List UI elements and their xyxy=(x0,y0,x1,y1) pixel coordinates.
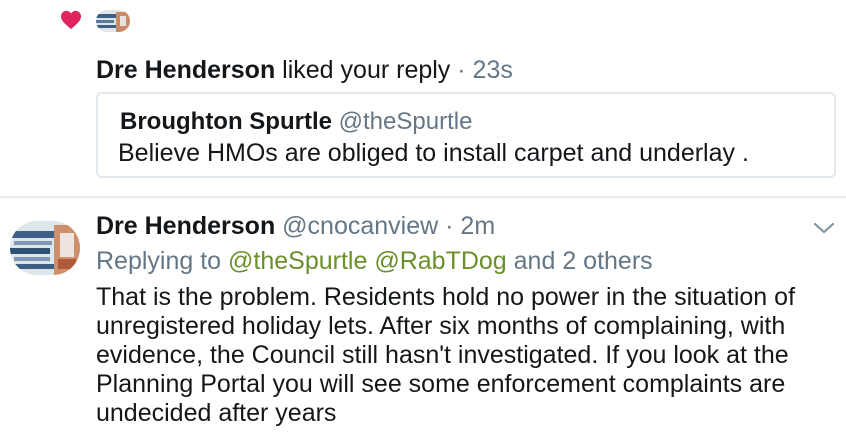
quoted-tweet-text: Believe HMOs are obliged to install carp… xyxy=(118,139,749,167)
replying-to: Replying to @theSpurtle @RabTDog and 2 o… xyxy=(96,247,653,276)
tweet-time[interactable]: 2m xyxy=(460,212,495,240)
replying-prefix: Replying to xyxy=(96,247,222,275)
tweet-body: That is the problem. Residents hold no p… xyxy=(96,283,796,427)
heart-icon xyxy=(61,10,81,30)
notification-action: liked your reply xyxy=(282,56,451,84)
tweet-header: Dre Henderson @cnocanview · 2m xyxy=(96,212,495,241)
divider xyxy=(0,196,846,198)
replying-others[interactable]: and 2 others xyxy=(514,247,653,275)
quoted-tweet-card[interactable]: Broughton Spurtle @theSpurtle Believe HM… xyxy=(96,92,836,178)
quoted-tweet-header: Broughton Spurtle @theSpurtle xyxy=(120,108,472,136)
liker-name[interactable]: Dre Henderson xyxy=(96,56,275,84)
tweet-author-handle[interactable]: @cnocanview xyxy=(282,212,438,240)
notification-time: 23s xyxy=(472,56,513,84)
mention-rabtdog[interactable]: @RabTDog xyxy=(374,247,506,275)
liker-avatar[interactable] xyxy=(96,10,130,32)
tweet-separator: · xyxy=(445,212,454,240)
quoted-author-name: Broughton Spurtle xyxy=(120,108,332,135)
tweet-author-name[interactable]: Dre Henderson xyxy=(96,212,275,240)
tweet-author-avatar[interactable] xyxy=(10,221,80,275)
quoted-author-handle: @theSpurtle xyxy=(338,108,473,135)
like-notification[interactable]: Dre Henderson liked your reply · 23s xyxy=(96,56,513,85)
chevron-down-icon[interactable] xyxy=(812,220,836,236)
notification-separator: · xyxy=(457,56,466,84)
mention-thespurtle[interactable]: @theSpurtle xyxy=(228,247,367,275)
